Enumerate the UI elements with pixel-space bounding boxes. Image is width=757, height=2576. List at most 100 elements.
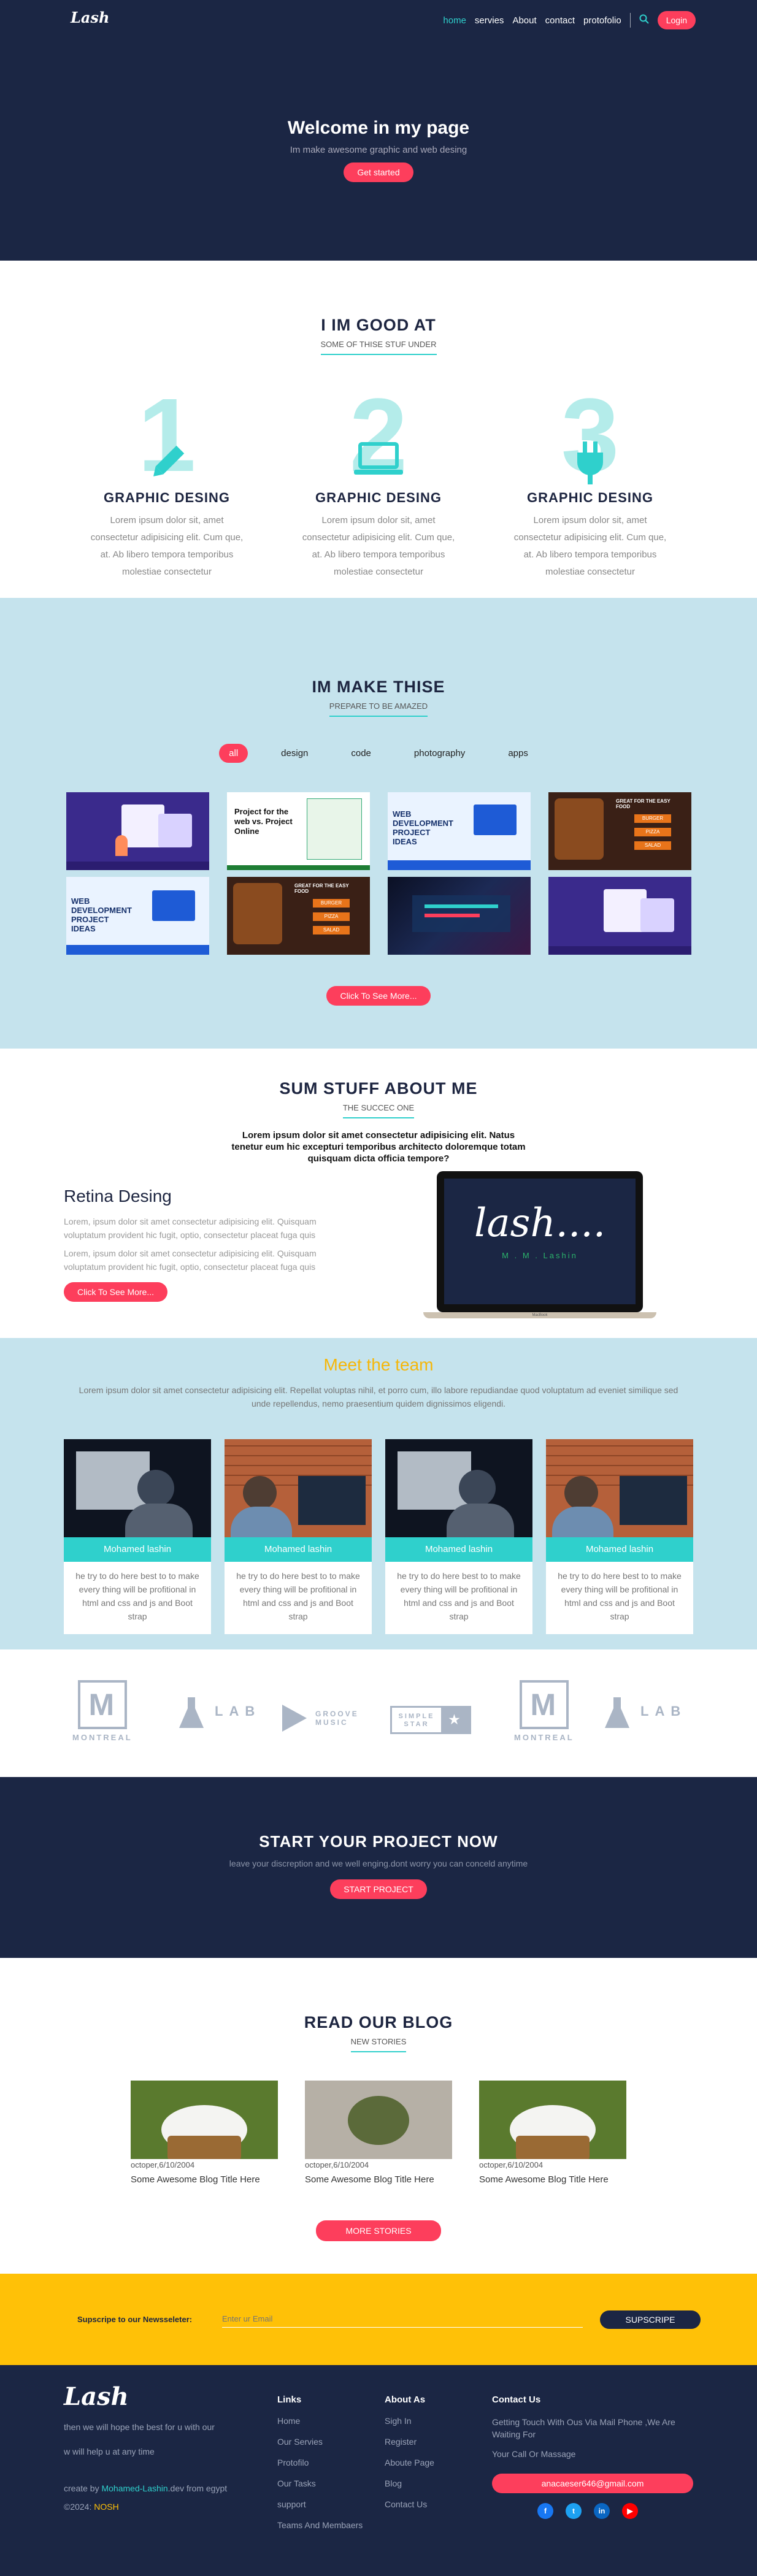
newsletter-label: Supscripe to our Newsseleter: — [77, 2315, 193, 2324]
footer-link[interactable]: Blog — [385, 2479, 434, 2488]
nav-divider — [629, 13, 631, 28]
more-stories-button[interactable]: MORE STORIES — [316, 2220, 441, 2241]
nav-contact[interactable]: contact — [545, 15, 575, 26]
footer-contact-title: Contact Us — [492, 2394, 541, 2405]
filter-all[interactable]: all — [219, 744, 248, 763]
blog-section: READ OUR BLOG NEW STORIES octoper,6/10/2… — [0, 1958, 757, 2274]
pencil-icon — [153, 445, 185, 476]
portfolio-item[interactable] — [66, 792, 209, 870]
team-card: Mohamed lashin he try to do here best to… — [385, 1439, 532, 1634]
footer-logo[interactable]: Lash — [64, 2382, 260, 2411]
about-intro: Lorem ipsum dolor sit amet consectetur a… — [231, 1130, 526, 1164]
nav-services[interactable]: servies — [475, 15, 504, 26]
skills-section: I IM GOOD AT SOME OF THISE STUF UNDER 1 … — [0, 261, 757, 598]
email-field[interactable] — [222, 2310, 583, 2328]
member-name: Mohamed lashin — [385, 1537, 532, 1562]
blog-post[interactable]: octoper,6/10/2004 Some Awesome Blog Titl… — [305, 2081, 452, 2185]
portfolio-item[interactable] — [548, 877, 691, 955]
footer-link[interactable]: Protofilo — [277, 2458, 363, 2467]
blog-post[interactable]: octoper,6/10/2004 Some Awesome Blog Titl… — [479, 2081, 626, 2185]
team-card: Mohamed lashin he try to do here best to… — [225, 1439, 372, 1634]
footer-about: then we will hope the best for u with ou… — [64, 2422, 215, 2432]
post-date: octoper,6/10/2004 — [305, 2160, 369, 2169]
footer-link[interactable]: Sigh In — [385, 2416, 434, 2426]
portfolio-item[interactable]: GREAT FOR THE EASY FOOD BURGER PIZZA SAL… — [548, 792, 691, 870]
brand-logo: LAB — [605, 1697, 686, 1728]
brand-logo: SIMPLE STAR ★ — [390, 1706, 471, 1734]
blog-post[interactable]: octoper,6/10/2004 Some Awesome Blog Titl… — [131, 2081, 278, 2185]
email-button[interactable]: anacaeser646@gmail.com — [492, 2474, 693, 2493]
team-card: Mohamed lashin he try to do here best to… — [546, 1439, 693, 1634]
portfolio-item[interactable]: Project for the web vs. Project Online — [227, 792, 370, 870]
facebook-icon[interactable]: f — [537, 2503, 553, 2519]
logo[interactable]: Lash — [71, 9, 109, 26]
footer-links: Links Home Our Servies Protofilo Our Tas… — [277, 2394, 363, 2541]
team-card: Mohamed lashin he try to do here best to… — [64, 1439, 211, 1634]
cta-title: START YOUR PROJECT NOW — [259, 1832, 498, 1851]
twitter-icon[interactable]: t — [566, 2503, 582, 2519]
footer-link[interactable]: support — [277, 2499, 363, 2509]
feature-text: Lorem ipsum dolor sit, amet consectetur … — [513, 515, 667, 577]
brand-logo: M MONTREAL — [514, 1680, 574, 1742]
portfolio-item[interactable]: WEB DEVELOPMENT PROJECT IDEAS — [66, 877, 209, 955]
footer-link[interactable]: Register — [385, 2437, 434, 2447]
feature-number: 2 — [349, 377, 408, 494]
member-name: Mohamed lashin — [225, 1537, 372, 1562]
post-image — [479, 2081, 626, 2159]
post-title[interactable]: Some Awesome Blog Title Here — [479, 2174, 626, 2185]
member-name: Mohamed lashin — [546, 1537, 693, 1562]
search-icon[interactable] — [639, 14, 649, 26]
portfolio-item[interactable] — [388, 877, 531, 955]
login-button[interactable]: Login — [657, 11, 696, 29]
about-paragraph: Lorem, ipsum dolor sit amet consectetur … — [64, 1248, 317, 1272]
nav-about[interactable]: About — [512, 15, 536, 26]
filter-design[interactable]: design — [271, 744, 318, 763]
footer-link[interactable]: Contact Us — [385, 2499, 434, 2509]
contact-text: Getting Touch With Ous Via Mail Phone ,W… — [492, 2417, 675, 2439]
footer-link[interactable]: Aboute Page — [385, 2458, 434, 2467]
get-started-button[interactable]: Get started — [344, 162, 413, 182]
main-nav: home servies About contact protofolio Lo… — [443, 11, 696, 29]
footer-link[interactable]: Our Servies — [277, 2437, 363, 2447]
feature-number: 3 — [561, 377, 620, 494]
social-links: f t in ▶ — [492, 2503, 694, 2519]
member-bio: he try to do here best to to make every … — [236, 1571, 360, 1621]
footer-contact: Contact Us Getting Touch With Ous Via Ma… — [492, 2394, 694, 2519]
subscribe-button[interactable]: SUPSCRIPE — [600, 2310, 701, 2329]
about-more-button[interactable]: Click To See More... — [64, 1282, 168, 1302]
filter-apps[interactable]: apps — [498, 744, 538, 763]
section-subtitle: SOME OF THISE STUF UNDER — [320, 340, 437, 355]
see-more-button[interactable]: Click To See More... — [326, 986, 431, 1006]
start-project-button[interactable]: START PROJECT — [330, 1879, 427, 1899]
feature-card: 2 GRAPHIC DESING Lorem ipsum dolor sit, … — [290, 383, 467, 581]
brands-section: M MONTREAL LAB GROOVE MUSIC SIMPLE STAR … — [0, 1649, 757, 1777]
footer-links-title: Links — [277, 2394, 302, 2405]
filter-code[interactable]: code — [341, 744, 381, 763]
post-date: octoper,6/10/2004 — [131, 2160, 195, 2169]
newsletter-section: Supscripe to our Newsseleter: SUPSCRIPE — [0, 2274, 757, 2365]
post-title[interactable]: Some Awesome Blog Title Here — [305, 2174, 452, 2185]
portfolio-filter: all design code photography apps — [0, 744, 757, 763]
footer-about-title: About As — [385, 2394, 426, 2405]
plug-icon — [577, 441, 603, 484]
footer-link[interactable]: Our Tasks — [277, 2479, 363, 2488]
portfolio-item[interactable]: GREAT FOR THE EASY FOOD BURGER PIZZA SAL… — [227, 877, 370, 955]
footer-link[interactable]: Home — [277, 2416, 363, 2426]
nav-home[interactable]: home — [443, 15, 466, 26]
member-name: Mohamed lashin — [64, 1537, 211, 1562]
member-photo — [64, 1439, 211, 1537]
about-heading: Retina Desing — [64, 1187, 172, 1206]
feature-number: 1 — [137, 377, 196, 494]
portfolio-item[interactable]: WEB DEVELOPMENT PROJECT IDEAS — [388, 792, 531, 870]
linkedin-icon[interactable]: in — [594, 2503, 610, 2519]
hero-section: Lash home servies About contact protofol… — [0, 0, 757, 261]
section-subtitle: THE SUCCEC ONE — [342, 1103, 415, 1118]
youtube-icon[interactable]: ▶ — [622, 2503, 638, 2519]
post-title[interactable]: Some Awesome Blog Title Here — [131, 2174, 278, 2185]
footer-link[interactable]: Teams And Membaers — [277, 2520, 363, 2530]
author-link[interactable]: Mohamed-Lashin — [101, 2483, 167, 2493]
hero-title: Welcome in my page — [287, 118, 470, 138]
nav-portfolio[interactable]: protofolio — [583, 15, 621, 26]
feature-text: Lorem ipsum dolor sit, amet consectetur … — [90, 515, 244, 577]
filter-photography[interactable]: photography — [404, 744, 475, 763]
